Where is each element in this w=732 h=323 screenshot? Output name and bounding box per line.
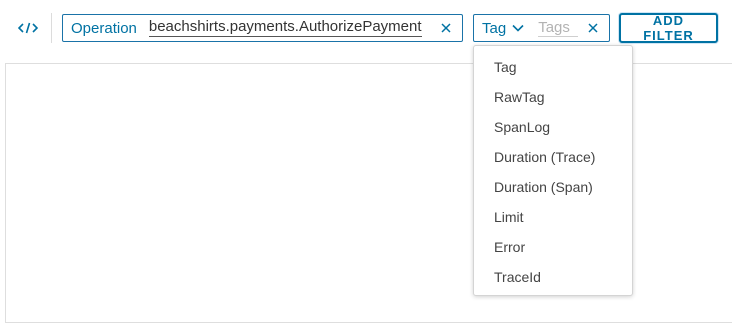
add-filter-button[interactable]: ADD FILTER [619,13,718,43]
chevron-down-icon [512,24,524,32]
filter-type-dropdown: Tag RawTag SpanLog Duration (Trace) Dura… [473,45,633,296]
tag-filter-chip[interactable]: Tag [473,14,610,42]
tags-input[interactable] [538,19,579,37]
dropdown-item-tag[interactable]: Tag [474,52,632,82]
tag-filter-key: Tag [482,19,507,37]
dropdown-item-traceid[interactable]: TraceId [474,262,632,292]
operation-filter-key: Operation [71,19,137,37]
operation-filter-value[interactable]: beachshirts.payments.AuthorizePayment [148,19,422,37]
operation-filter-chip[interactable]: Operation beachshirts.payments.Authorize… [62,14,463,42]
dropdown-item-rawtag[interactable]: RawTag [474,82,632,112]
dropdown-item-error[interactable]: Error [474,232,632,262]
code-brackets-icon[interactable] [14,18,42,38]
tag-filter-type-select[interactable]: Tag [482,20,524,37]
dropdown-item-duration-span[interactable]: Duration (Span) [474,172,632,202]
close-icon[interactable] [439,21,453,35]
dropdown-item-limit[interactable]: Limit [474,202,632,232]
toolbar-divider [51,13,52,43]
dropdown-item-duration-trace[interactable]: Duration (Trace) [474,142,632,172]
close-icon[interactable] [586,21,600,35]
dropdown-item-spanlog[interactable]: SpanLog [474,112,632,142]
